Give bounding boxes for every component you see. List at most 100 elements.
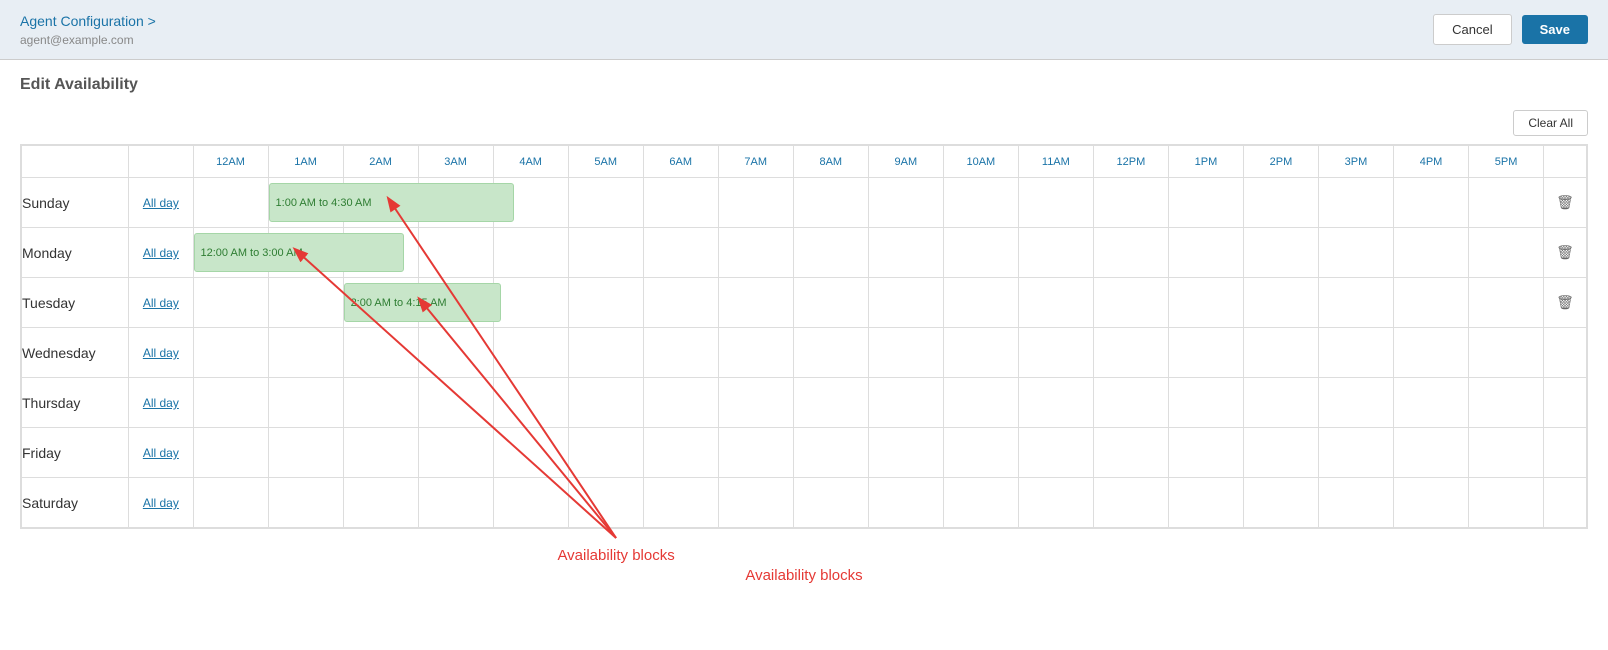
time-block-tuesday[interactable]: 2:00 AM to 4:15 AM	[344, 283, 502, 322]
cell-sunday-1PM[interactable]	[1168, 178, 1243, 228]
cell-monday-5AM[interactable]	[568, 228, 643, 278]
cell-monday-8AM[interactable]	[793, 228, 868, 278]
cell-wednesday-9AM[interactable]	[868, 328, 943, 378]
cell-saturday-2AM[interactable]	[343, 478, 418, 528]
cell-monday-3AM[interactable]	[418, 228, 493, 278]
cell-tuesday-2PM[interactable]	[1243, 278, 1318, 328]
cell-sunday-5PM[interactable]	[1469, 178, 1544, 228]
delete-cell-monday[interactable]: 🗑	[1544, 228, 1587, 278]
cell-saturday-12AM[interactable]	[193, 478, 268, 528]
cell-sunday-12AM[interactable]	[193, 178, 268, 228]
cell-tuesday-11AM[interactable]	[1018, 278, 1093, 328]
cell-monday-4AM[interactable]	[493, 228, 568, 278]
cell-wednesday-5AM[interactable]	[568, 328, 643, 378]
cell-thursday-8AM[interactable]	[793, 378, 868, 428]
cell-wednesday-2PM[interactable]	[1243, 328, 1318, 378]
allday-link-wednesday[interactable]: All day	[143, 346, 179, 360]
cell-saturday-1AM[interactable]	[268, 478, 343, 528]
allday-link-saturday[interactable]: All day	[143, 496, 179, 510]
cell-thursday-10AM[interactable]	[943, 378, 1018, 428]
cell-monday-12PM[interactable]	[1093, 228, 1168, 278]
cell-sunday-11AM[interactable]	[1018, 178, 1093, 228]
cell-thursday-11AM[interactable]	[1018, 378, 1093, 428]
cell-monday-11AM[interactable]	[1018, 228, 1093, 278]
cell-thursday-2AM[interactable]	[343, 378, 418, 428]
cell-wednesday-12AM[interactable]	[193, 328, 268, 378]
cell-tuesday-10AM[interactable]	[943, 278, 1018, 328]
cell-monday-7AM[interactable]	[718, 228, 793, 278]
cell-saturday-12PM[interactable]	[1093, 478, 1168, 528]
cell-friday-10AM[interactable]	[943, 428, 1018, 478]
cell-sunday-6AM[interactable]	[643, 178, 718, 228]
cell-thursday-3PM[interactable]	[1318, 378, 1393, 428]
cell-tuesday-1PM[interactable]	[1168, 278, 1243, 328]
delete-cell-sunday[interactable]: 🗑	[1544, 178, 1587, 228]
cell-saturday-2PM[interactable]	[1243, 478, 1318, 528]
cell-sunday-12PM[interactable]	[1093, 178, 1168, 228]
cell-friday-1PM[interactable]	[1168, 428, 1243, 478]
cell-wednesday-1PM[interactable]	[1168, 328, 1243, 378]
cell-wednesday-11AM[interactable]	[1018, 328, 1093, 378]
trash-icon-sunday[interactable]: 🗑	[1556, 194, 1574, 210]
cell-wednesday-8AM[interactable]	[793, 328, 868, 378]
cell-friday-6AM[interactable]	[643, 428, 718, 478]
cell-tuesday-5AM[interactable]	[568, 278, 643, 328]
cell-friday-5AM[interactable]	[568, 428, 643, 478]
cell-monday-4PM[interactable]	[1394, 228, 1469, 278]
cell-sunday-2PM[interactable]	[1243, 178, 1318, 228]
cell-tuesday-12PM[interactable]	[1093, 278, 1168, 328]
cell-saturday-1PM[interactable]	[1168, 478, 1243, 528]
cell-sunday-9AM[interactable]	[868, 178, 943, 228]
cell-monday-6AM[interactable]	[643, 228, 718, 278]
cell-sunday-8AM[interactable]	[793, 178, 868, 228]
breadcrumb[interactable]: Agent Configuration >	[20, 13, 156, 29]
cell-friday-5PM[interactable]	[1469, 428, 1544, 478]
cell-saturday-5AM[interactable]	[568, 478, 643, 528]
allday-link-friday[interactable]: All day	[143, 446, 179, 460]
cell-monday-5PM[interactable]	[1469, 228, 1544, 278]
cell-thursday-1PM[interactable]	[1168, 378, 1243, 428]
cell-monday-10AM[interactable]	[943, 228, 1018, 278]
trash-icon-monday[interactable]: 🗑	[1556, 244, 1574, 260]
cell-wednesday-5PM[interactable]	[1469, 328, 1544, 378]
cell-wednesday-2AM[interactable]	[343, 328, 418, 378]
save-button[interactable]: Save	[1522, 15, 1588, 44]
cell-wednesday-3AM[interactable]	[418, 328, 493, 378]
cell-monday-3PM[interactable]	[1318, 228, 1393, 278]
cell-sunday-1AM[interactable]: 1:00 AM to 4:30 AM	[268, 178, 343, 228]
allday-link-thursday[interactable]: All day	[143, 396, 179, 410]
cell-thursday-3AM[interactable]	[418, 378, 493, 428]
cell-friday-2AM[interactable]	[343, 428, 418, 478]
cell-wednesday-3PM[interactable]	[1318, 328, 1393, 378]
cell-thursday-12PM[interactable]	[1093, 378, 1168, 428]
cell-saturday-5PM[interactable]	[1469, 478, 1544, 528]
cell-sunday-5AM[interactable]	[568, 178, 643, 228]
allday-link-tuesday[interactable]: All day	[143, 296, 179, 310]
cell-tuesday-1AM[interactable]	[268, 278, 343, 328]
cell-tuesday-6AM[interactable]	[643, 278, 718, 328]
cell-monday-1PM[interactable]	[1168, 228, 1243, 278]
cell-tuesday-3PM[interactable]	[1318, 278, 1393, 328]
allday-link-monday[interactable]: All day	[143, 246, 179, 260]
cell-saturday-11AM[interactable]	[1018, 478, 1093, 528]
cell-tuesday-8AM[interactable]	[793, 278, 868, 328]
cell-friday-1AM[interactable]	[268, 428, 343, 478]
cell-tuesday-4AM[interactable]	[493, 278, 568, 328]
cell-saturday-3PM[interactable]	[1318, 478, 1393, 528]
cell-friday-2PM[interactable]	[1243, 428, 1318, 478]
cell-tuesday-4PM[interactable]	[1394, 278, 1469, 328]
cell-saturday-6AM[interactable]	[643, 478, 718, 528]
cell-thursday-4PM[interactable]	[1394, 378, 1469, 428]
cell-friday-4AM[interactable]	[493, 428, 568, 478]
cancel-button[interactable]: Cancel	[1433, 14, 1511, 45]
cell-sunday-10AM[interactable]	[943, 178, 1018, 228]
cell-friday-12PM[interactable]	[1093, 428, 1168, 478]
cell-thursday-12AM[interactable]	[193, 378, 268, 428]
cell-thursday-7AM[interactable]	[718, 378, 793, 428]
cell-friday-3PM[interactable]	[1318, 428, 1393, 478]
cell-monday-2PM[interactable]	[1243, 228, 1318, 278]
cell-tuesday-5PM[interactable]	[1469, 278, 1544, 328]
cell-tuesday-12AM[interactable]	[193, 278, 268, 328]
cell-thursday-6AM[interactable]	[643, 378, 718, 428]
cell-wednesday-6AM[interactable]	[643, 328, 718, 378]
